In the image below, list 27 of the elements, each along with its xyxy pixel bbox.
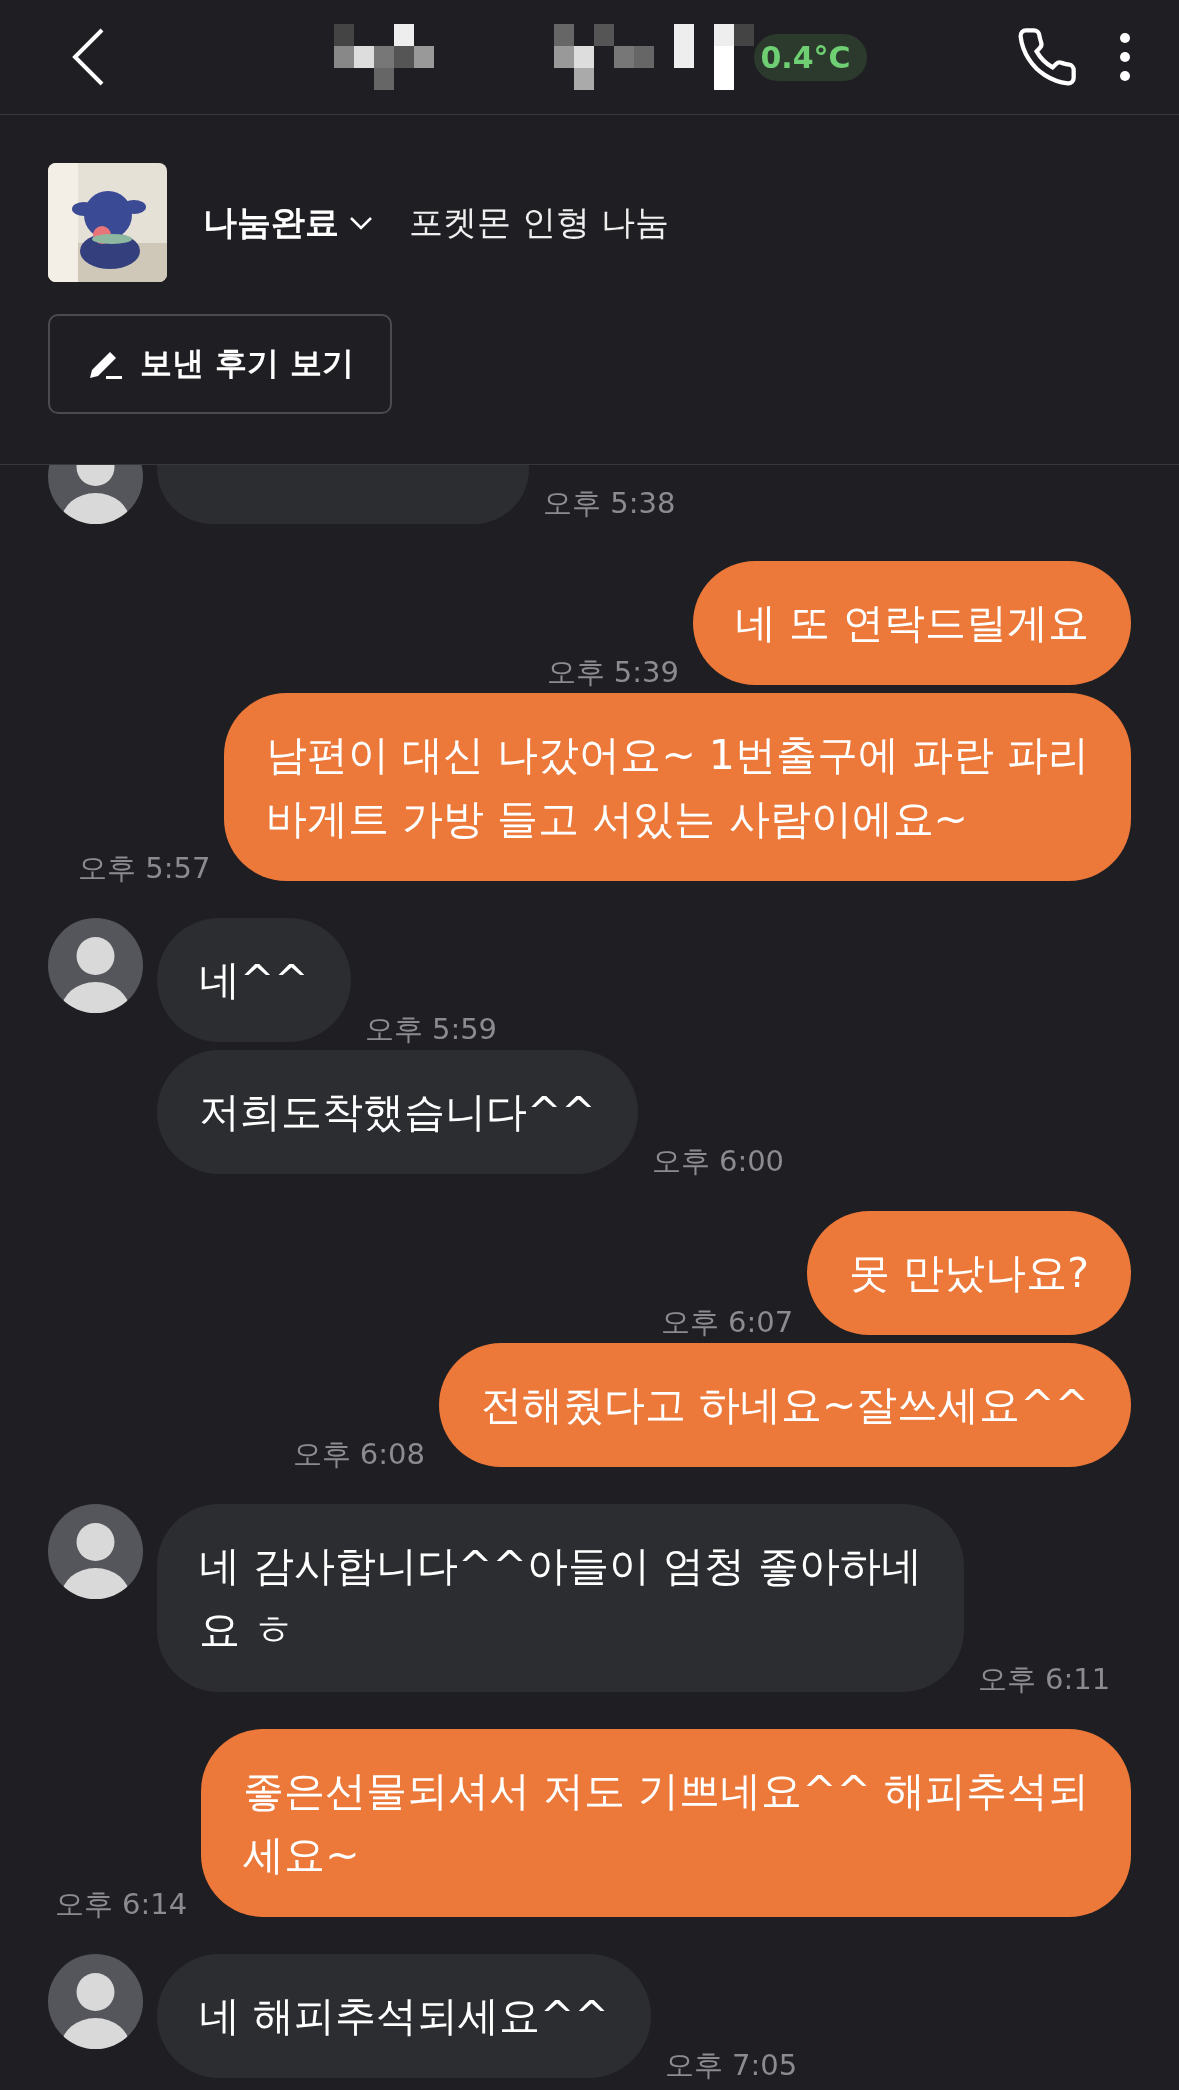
message-time: 오후 7:05 (664, 2047, 798, 2084)
message-time: 오후 5:39 (546, 654, 679, 691)
status-dropdown[interactable]: 나눔완료 (203, 199, 373, 246)
back-icon[interactable] (70, 27, 106, 87)
message-bubble: 네 해피추석되세요^^ (157, 1954, 651, 2078)
message-time: 오후 6:08 (292, 1436, 425, 1473)
message-bubble: 네 또 연락드릴게요 (692, 561, 1131, 685)
message-time: 오후 6:14 (54, 1886, 188, 1923)
message-bubble: 못 만났나요? (807, 1211, 1131, 1335)
message-bubble: 저희도착했습니다^^ (157, 1050, 638, 1174)
message-time: 오후 5:57 (78, 850, 211, 887)
message-time: 오후 6:00 (651, 1143, 785, 1180)
temperature-badge: 0.4°C (754, 33, 867, 81)
message-time: 오후 6:07 (660, 1304, 794, 1341)
product-title: 포켓몬 인형 나눔 (409, 200, 669, 244)
message-bubble: 남편이 대신 나갔어요~ 1번출구에 파란 파리 바게트 가방 들고 서있는 사람이에요~ (224, 693, 1131, 881)
chevron-down-icon (349, 215, 373, 230)
message-time: 오후 5:59 (364, 1011, 498, 1048)
message-time: 오후 5:38 (543, 485, 676, 522)
message-bubble: 네^^ (157, 918, 351, 1042)
phone-icon[interactable] (1015, 25, 1079, 89)
more-icon[interactable] (1119, 32, 1131, 82)
message-bubble: 네 감사합니다^^아들이 엄청 좋아하네 요 ㅎ (157, 1504, 964, 1692)
message-time: 오후 6:11 (977, 1661, 1111, 1698)
review-button[interactable]: 보낸 후기 보기 (48, 314, 393, 414)
message-bubble: 전해줬다고 하네요~잘쓰세요^^ (438, 1343, 1131, 1467)
message-bubble: 좋은선물되셔서 저도 기쁘네요^^ 해피추석되 세요~ (201, 1729, 1131, 1917)
